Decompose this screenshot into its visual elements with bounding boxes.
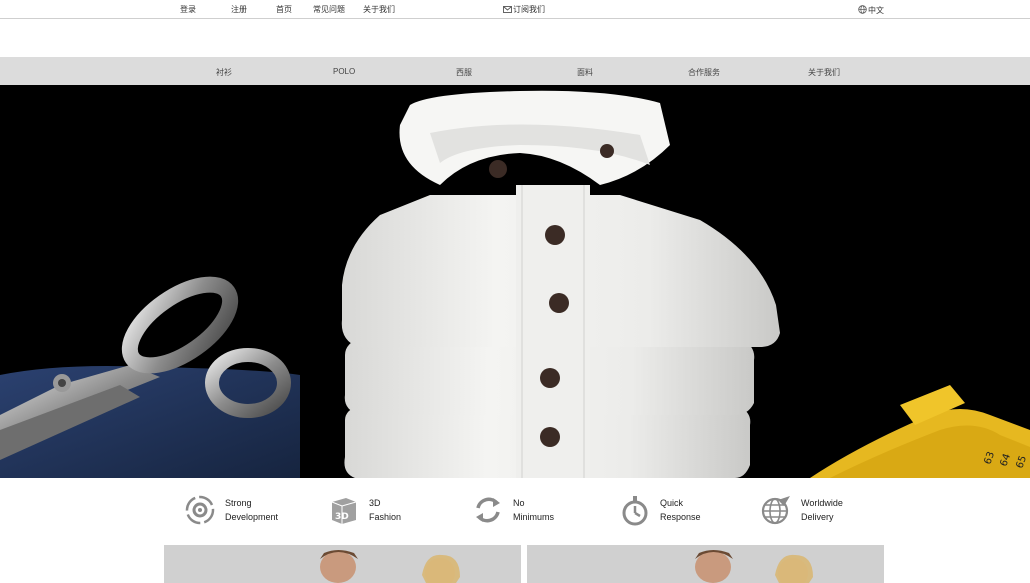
about-link[interactable]: 关于我们: [363, 5, 395, 14]
feature-line1: Quick: [660, 498, 684, 508]
nav-item-cooperation[interactable]: 合作服务: [688, 67, 720, 78]
nav-item-fabrics[interactable]: 面料: [577, 67, 593, 78]
feature-no-minimums: No Minimums: [472, 492, 572, 528]
feature-3d-fashion: 3D 3D Fashion: [328, 492, 428, 528]
feature-line2: Response: [660, 512, 701, 522]
subscribe-link[interactable]: 订阅我们: [503, 5, 545, 14]
faq-link[interactable]: 常见问题: [313, 5, 345, 14]
nav-item-about[interactable]: 关于我们: [808, 67, 840, 78]
svg-text:3D: 3D: [335, 512, 349, 522]
language-switch[interactable]: 中文: [858, 5, 884, 15]
hero-banner[interactable]: 63 64 65: [0, 85, 1030, 478]
mail-icon: [503, 6, 512, 13]
login-link[interactable]: 登录: [180, 5, 196, 14]
home-link[interactable]: 首页: [276, 5, 292, 14]
feature-worldwide-delivery: Worldwide Delivery: [760, 492, 870, 528]
hero-image: 63 64 65: [0, 85, 1030, 478]
nav-item-shirts[interactable]: 衬衫: [216, 67, 232, 78]
register-link[interactable]: 注册: [231, 5, 247, 14]
feature-line1: Strong: [225, 498, 252, 508]
cycle-arrows-icon: [476, 497, 500, 523]
feature-line2: Fashion: [369, 512, 402, 522]
feature-strong-development: Strong Development: [184, 492, 304, 528]
models-image: [164, 545, 521, 583]
main-nav: 衬衫 POLO 西服 面料 合作服务 关于我们: [0, 57, 1030, 85]
3d-cube-icon: 3D: [331, 498, 357, 524]
subscribe-label: 订阅我们: [513, 5, 545, 14]
globe-icon: [858, 5, 867, 14]
nav-item-suits[interactable]: 西服: [456, 67, 472, 78]
product-photo-right[interactable]: [527, 545, 884, 583]
feature-line2: Minimums: [513, 512, 555, 522]
feature-quick-response: Quick Response: [619, 492, 719, 528]
feature-line1: 3D: [369, 498, 381, 508]
top-utility-bar: 登录 注册 首页 常见问题 关于我们 订阅我们 中文: [0, 0, 1030, 19]
stopwatch-icon: [622, 496, 648, 526]
features-strip: Strong Development 3D 3D Fashion No Mini…: [0, 478, 1030, 544]
models-image: [527, 545, 884, 583]
language-label: 中文: [868, 6, 884, 15]
globe-plane-icon: [761, 496, 790, 525]
feature-line2: Development: [225, 512, 279, 522]
feature-line2: Delivery: [801, 512, 834, 522]
product-photo-left[interactable]: [164, 545, 521, 583]
feature-line1: Worldwide: [801, 498, 843, 508]
feature-line1: No: [513, 498, 525, 508]
nav-item-polo[interactable]: POLO: [333, 67, 355, 76]
gear-arrows-icon: [185, 495, 215, 525]
